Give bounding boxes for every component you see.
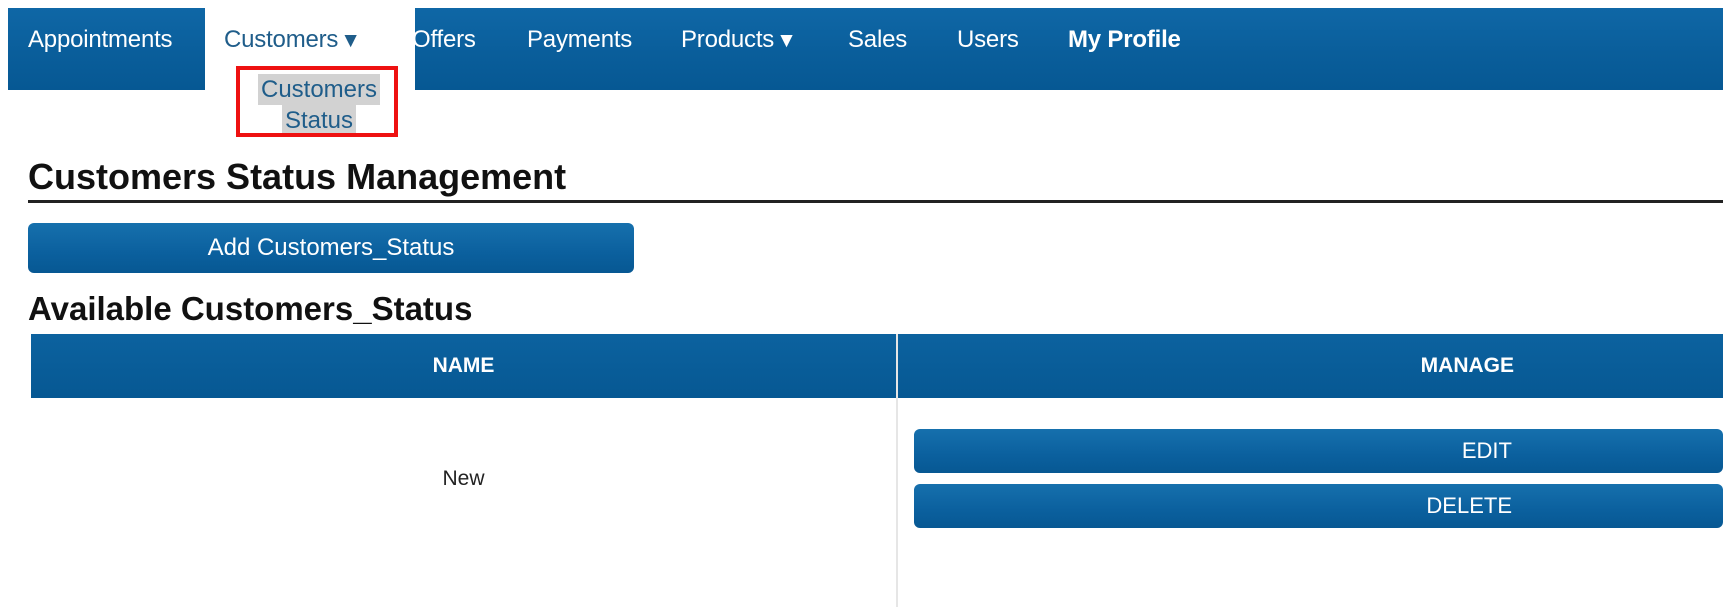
nav-item-my-profile[interactable]: My Profile <box>1068 26 1181 54</box>
nav-item-customers[interactable]: Customers▼ <box>224 26 361 55</box>
page-title: Customers Status Management <box>28 156 567 197</box>
nav-item-label: Customers <box>224 26 339 53</box>
nav-item-label: Payments <box>527 26 633 53</box>
highlight-annotation-box <box>236 66 398 137</box>
add-customers-status-button[interactable]: Add Customers_Status <box>28 223 634 273</box>
table-header-name: NAME <box>31 334 896 398</box>
nav-item-label: My Profile <box>1068 26 1181 53</box>
table-cell-name: New <box>442 467 485 490</box>
nav-item-sales[interactable]: Sales <box>848 26 907 54</box>
delete-button[interactable]: DELETE <box>914 484 1723 528</box>
nav-item-offers[interactable]: Offers <box>412 26 476 54</box>
edit-button[interactable]: EDIT <box>914 429 1723 473</box>
nav-item-label: Appointments <box>28 26 173 53</box>
nav-item-appointments[interactable]: Appointments <box>28 26 173 54</box>
nav-item-label: Sales <box>848 26 908 53</box>
table-header-manage: MANAGE <box>898 334 1723 398</box>
nav-item-label: Products <box>681 26 775 53</box>
dropdown-caret-icon: ▼ <box>776 29 797 52</box>
nav-item-users[interactable]: Users <box>957 26 1019 54</box>
title-divider <box>28 200 1723 203</box>
nav-item-label: Offers <box>412 26 476 53</box>
nav-item-payments[interactable]: Payments <box>527 26 632 54</box>
nav-item-label: Users <box>957 26 1019 53</box>
nav-item-products[interactable]: Products▼ <box>681 26 797 55</box>
table-column-divider <box>896 334 898 607</box>
section-title: Available Customers_Status <box>28 290 473 327</box>
dropdown-caret-icon: ▼ <box>340 29 361 52</box>
